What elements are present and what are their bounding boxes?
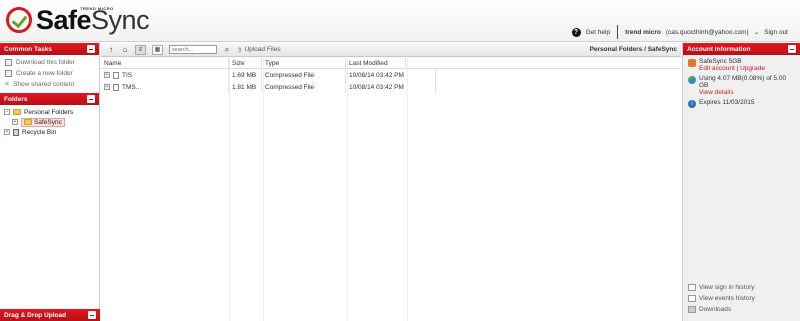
- downloads-link[interactable]: Downloads: [688, 304, 755, 315]
- divider: [617, 25, 619, 39]
- computer-icon: [688, 306, 696, 313]
- upgrade-link[interactable]: Upgrade: [740, 65, 765, 72]
- expand-toggle-icon[interactable]: +: [4, 129, 10, 135]
- app-header: SafeSync TREND MICRO ? Get help trend mi…: [0, 0, 800, 42]
- task-label: Show shared content: [13, 81, 75, 88]
- tree-node-personal-folders[interactable]: − Personal Folders: [4, 107, 95, 117]
- edit-account-link[interactable]: Edit account: [699, 65, 735, 72]
- new-folder-icon: [5, 70, 12, 77]
- account-links: View sign in history View events history…: [688, 282, 755, 315]
- folders-title: Folders: [4, 95, 28, 103]
- chevron-down-icon[interactable]: ⌄: [754, 28, 759, 36]
- task-label: Download this folder: [16, 59, 75, 66]
- get-help-link[interactable]: Get help: [586, 29, 611, 36]
- tree-label: SafeSync: [34, 118, 62, 126]
- recycle-bin-icon: [13, 128, 19, 136]
- plan-info: SafeSync 5GB Edit account | Upgrade: [683, 55, 800, 72]
- view-details-link[interactable]: View details: [699, 89, 795, 96]
- events-history-link[interactable]: View events history: [688, 293, 755, 304]
- usage-info: Using 4.07 MB(0.08%) of 5.00 GB View det…: [683, 72, 800, 96]
- brand-sub: TREND MICRO: [80, 6, 114, 11]
- expand-toggle-icon[interactable]: +: [12, 119, 18, 125]
- search-icon[interactable]: ⌕: [223, 45, 231, 54]
- safesync-folder-icon: [24, 119, 32, 125]
- up-arrow-icon[interactable]: ↑: [107, 45, 115, 54]
- breadcrumb: Personal Folders / SafeSync: [589, 46, 677, 53]
- task-show-shared[interactable]: < Show shared content: [0, 79, 99, 90]
- collapse-icon[interactable]: [788, 45, 796, 53]
- left-panel: Common Tasks Download this folder Create…: [0, 43, 100, 321]
- tree-label: Personal Folders: [24, 108, 74, 116]
- user-name: trend micro: [625, 28, 661, 36]
- tree-label: Recycle Bin: [22, 128, 57, 136]
- collapse-icon[interactable]: [87, 95, 95, 103]
- tree-node-recycle-bin[interactable]: + Recycle Bin: [4, 127, 95, 137]
- collapse-toggle-icon[interactable]: −: [4, 109, 10, 115]
- top-right-bar: ? Get help trend micro (cas.quocthinh@ya…: [571, 25, 788, 39]
- safesync-logo[interactable]: SafeSync TREND MICRO: [6, 4, 150, 36]
- user-icon: [688, 59, 696, 67]
- collapse-icon[interactable]: [88, 311, 96, 319]
- sign-in-history-link[interactable]: View sign in history: [688, 282, 755, 293]
- pie-chart-icon: [688, 76, 696, 84]
- account-panel: Account information SafeSync 5GB Edit ac…: [682, 43, 800, 321]
- common-tasks-title: Common Tasks: [4, 45, 52, 53]
- drag-drop-header[interactable]: Drag & Drop Upload: [0, 309, 100, 321]
- home-icon[interactable]: ⌂: [121, 45, 129, 54]
- folders-header[interactable]: Folders: [0, 93, 99, 105]
- help-icon[interactable]: ?: [571, 27, 581, 37]
- user-email[interactable]: (cas.quocthinh@yahoo.com): [666, 29, 749, 36]
- folder-icon: [13, 109, 21, 115]
- upload-files-button[interactable]: ⇧ Upload Files: [237, 46, 281, 54]
- toolbar: ↑ ⌂ ≡ ▦ ⌕ ⇧ Upload Files Personal Folder…: [101, 43, 681, 57]
- usage-text: Using 4.07 MB(0.08%) of 5.00 GB: [699, 75, 787, 89]
- download-icon: [5, 59, 12, 66]
- file-table: Name Size Type Last Modified + TIS 1.69 …: [101, 58, 681, 321]
- collapse-icon[interactable]: [87, 45, 95, 53]
- task-create-folder[interactable]: Create a new folder: [0, 68, 99, 79]
- logo-check-icon: [6, 7, 32, 33]
- list-view-icon[interactable]: ≡: [135, 44, 146, 55]
- history-icon: [688, 284, 696, 291]
- plan-name: SafeSync 5GB: [699, 58, 742, 65]
- expiry-info: i Expires 11/03/2015: [683, 96, 800, 108]
- info-icon: i: [688, 100, 696, 108]
- share-icon: <: [5, 81, 10, 88]
- grid-view-icon[interactable]: ▦: [152, 44, 163, 55]
- common-tasks-header[interactable]: Common Tasks: [0, 43, 99, 55]
- account-info-header[interactable]: Account information: [683, 43, 800, 55]
- task-label: Create a new folder: [16, 70, 73, 77]
- selected-folder[interactable]: SafeSync: [21, 117, 65, 127]
- task-download-folder[interactable]: Download this folder: [0, 57, 99, 68]
- upload-label: Upload Files: [244, 46, 281, 53]
- drag-drop-title: Drag & Drop Upload: [4, 311, 67, 319]
- account-info-title: Account information: [687, 45, 751, 53]
- upload-icon: ⇧: [237, 46, 243, 54]
- sign-out-link[interactable]: Sign out: [764, 29, 788, 36]
- events-icon: [688, 295, 696, 302]
- search-input[interactable]: [169, 45, 217, 54]
- folder-tree: − Personal Folders + SafeSync + Recycle …: [0, 105, 99, 139]
- tree-node-safesync[interactable]: + SafeSync: [4, 117, 95, 127]
- expires-text: Expires 11/03/2015: [699, 99, 755, 106]
